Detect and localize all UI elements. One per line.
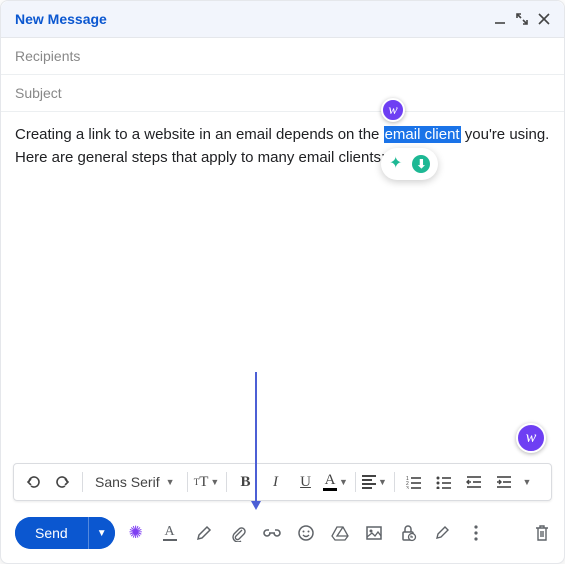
text-format-icon[interactable]: A	[159, 522, 181, 544]
send-button-group: Send ▼	[15, 517, 115, 549]
wordtune-badge-icon[interactable]: w	[381, 98, 405, 122]
wordtune-sparkle-icon[interactable]: ✺	[125, 522, 147, 544]
image-icon[interactable]	[363, 522, 385, 544]
svg-text:3: 3	[406, 486, 409, 489]
drive-icon[interactable]	[329, 522, 351, 544]
font-family-picker[interactable]: Sans Serif ▼	[89, 474, 181, 490]
attachment-icon[interactable]	[227, 522, 249, 544]
emoji-icon[interactable]	[295, 522, 317, 544]
redo-button[interactable]	[50, 468, 76, 496]
subject-field[interactable]: Subject	[1, 75, 564, 112]
font-family-label: Sans Serif	[95, 474, 160, 490]
separator	[226, 472, 227, 492]
separator	[187, 472, 188, 492]
undo-button[interactable]	[20, 468, 46, 496]
underline-button[interactable]: U	[293, 468, 319, 496]
compose-window: New Message Recipients Subject Creating …	[0, 0, 565, 564]
font-size-button[interactable]: TT ▼	[194, 468, 220, 496]
rewrite-icon[interactable]: ✦	[389, 152, 402, 176]
chevron-down-icon: ▼	[378, 477, 387, 487]
recipients-placeholder: Recipients	[15, 48, 80, 64]
link-icon[interactable]	[261, 522, 283, 544]
send-button[interactable]: Send	[15, 517, 88, 549]
expand-icon[interactable]	[516, 13, 528, 25]
window-controls	[494, 13, 550, 25]
text-color-button[interactable]: A ▼	[323, 468, 349, 496]
compose-header: New Message	[1, 1, 564, 38]
indent-less-button[interactable]	[461, 468, 487, 496]
selected-text[interactable]: email client	[384, 126, 461, 143]
confidential-icon[interactable]	[397, 522, 419, 544]
discard-icon[interactable]	[534, 524, 550, 542]
close-icon[interactable]	[538, 13, 550, 25]
chevron-down-icon[interactable]: ▼	[523, 477, 532, 487]
signature-icon[interactable]	[431, 522, 453, 544]
minimize-icon[interactable]	[494, 13, 506, 25]
bold-button[interactable]: B	[233, 468, 259, 496]
recipients-field[interactable]: Recipients	[1, 38, 564, 75]
more-options-icon[interactable]	[465, 522, 487, 544]
separator	[394, 472, 395, 492]
chevron-down-icon: ▼	[210, 477, 219, 487]
bulleted-list-button[interactable]	[431, 468, 457, 496]
separator	[355, 472, 356, 492]
chevron-down-icon: ▼	[166, 477, 175, 487]
subject-placeholder: Subject	[15, 85, 62, 101]
numbered-list-button[interactable]: 123	[401, 468, 427, 496]
separator	[82, 472, 83, 492]
header-title: New Message	[15, 11, 107, 27]
body-text-before: Creating a link to a website in an email…	[15, 126, 384, 143]
pen-icon[interactable]	[193, 522, 215, 544]
wordtune-inline-toolbar: ✦ ⬇	[381, 148, 438, 180]
chevron-down-icon: ▼	[339, 477, 348, 487]
formatting-toolbar: Sans Serif ▼ TT ▼ B I U A ▼ ▼ 123	[13, 463, 552, 501]
align-button[interactable]: ▼	[362, 468, 388, 496]
compose-tools: ✺ A	[125, 522, 524, 544]
wordtune-floating-icon[interactable]: w	[516, 423, 546, 453]
bottom-toolbar: Send ▼ ✺ A	[1, 507, 564, 563]
send-options-button[interactable]: ▼	[88, 517, 115, 549]
message-body[interactable]: Creating a link to a website in an email…	[1, 112, 564, 463]
indent-more-button[interactable]	[491, 468, 517, 496]
add-suggestion-icon[interactable]: ⬇	[412, 155, 430, 173]
italic-button[interactable]: I	[263, 468, 289, 496]
